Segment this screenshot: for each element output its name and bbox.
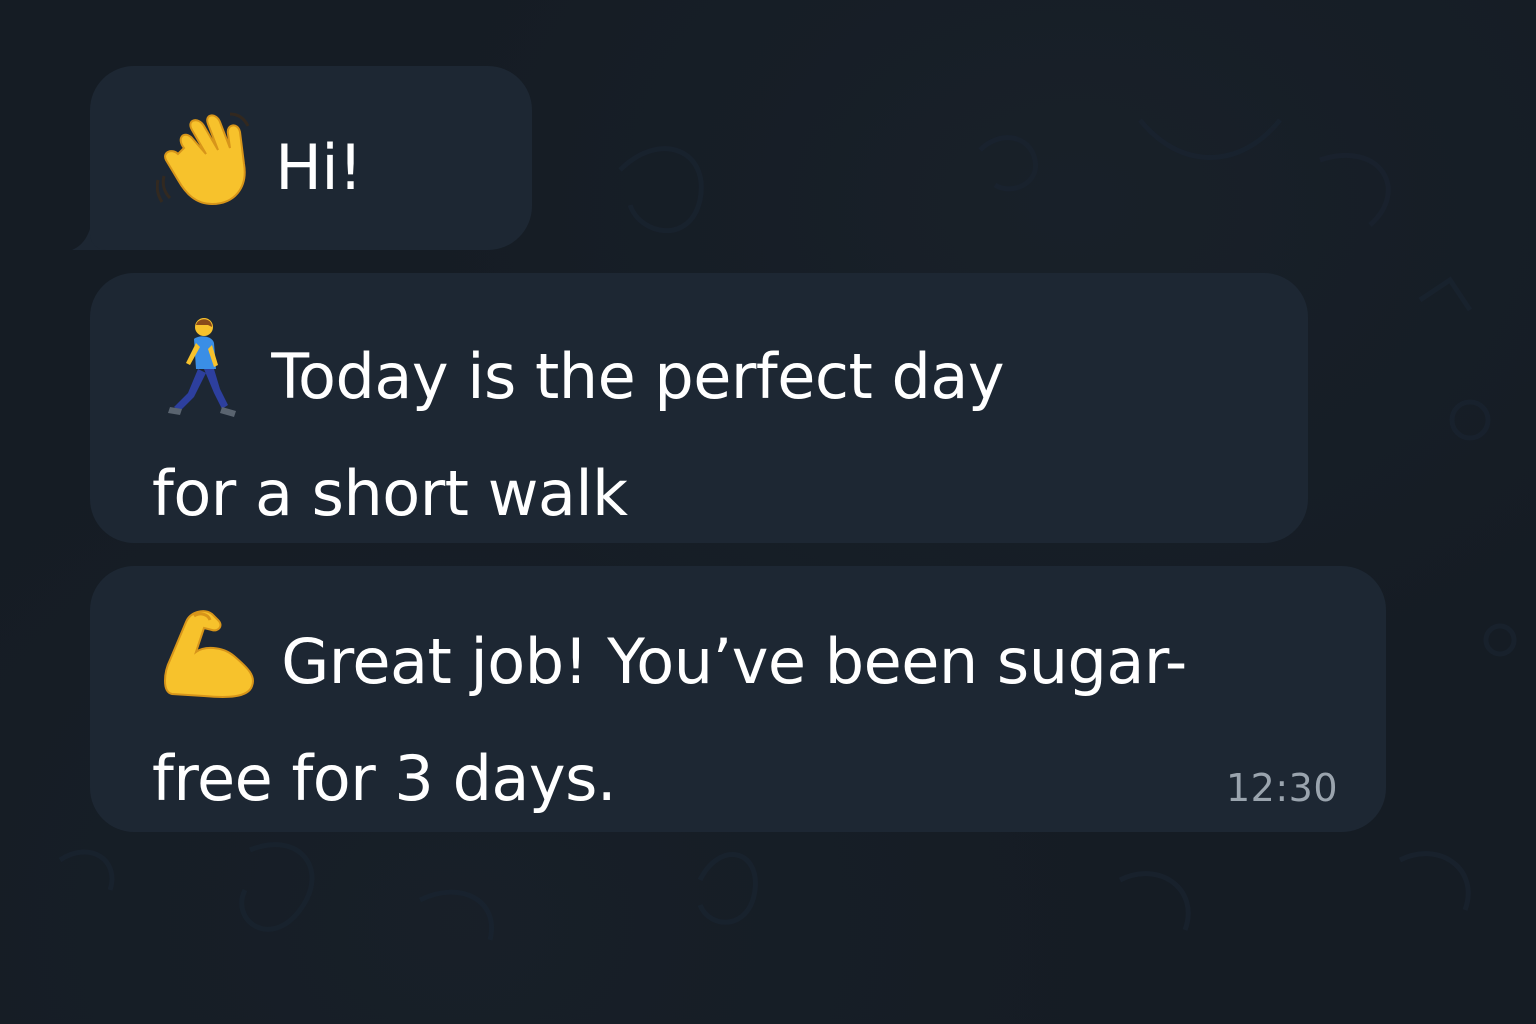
message-text: Today is the perfect day for a short wal… (152, 317, 1005, 543)
message-bubble-greeting[interactable]: Hi! (90, 66, 532, 250)
message-bubble-sugar-free[interactable]: Great job! You’ve been sugar- free for 3… (90, 566, 1386, 832)
message-line-1: Great job! You’ve been sugar- (281, 625, 1187, 699)
walking-person-icon (152, 317, 252, 445)
message-line-2: free for 3 days. (152, 742, 617, 815)
message-text: Hi! (155, 108, 363, 236)
message-line-2: for a short walk (152, 457, 628, 530)
message-timestamp: 12:30 (1225, 766, 1338, 810)
message-text: Great job! You’ve been sugar- free for 3… (152, 602, 1187, 828)
flexed-biceps-icon (152, 602, 262, 730)
message-line-1: Today is the perfect day (271, 340, 1005, 414)
message-line-1: Hi! (275, 131, 363, 205)
message-bubble-walk[interactable]: Today is the perfect day for a short wal… (90, 273, 1308, 543)
waving-hand-icon (155, 108, 256, 236)
chat-view: Hi! Today is the perfect day for a short… (0, 0, 1536, 1024)
